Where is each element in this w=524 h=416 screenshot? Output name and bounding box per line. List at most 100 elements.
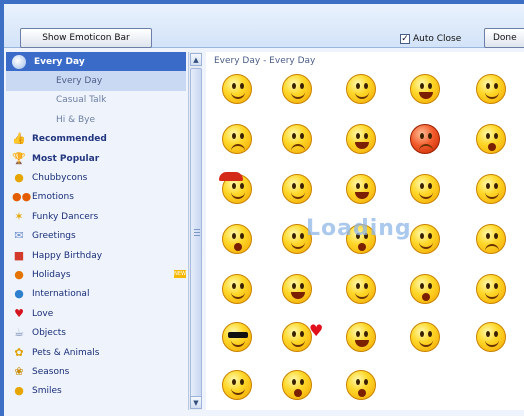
eye-shape xyxy=(232,379,236,385)
eye-shape xyxy=(486,283,490,289)
mouth-shape xyxy=(231,388,245,395)
show-emoticon-bar-button[interactable]: Show Emoticon Bar xyxy=(20,28,152,48)
sidebar-item-international[interactable]: ● International xyxy=(6,285,186,304)
eye-shape xyxy=(486,83,490,89)
laughing-face-icon[interactable] xyxy=(410,74,440,104)
eye-shape xyxy=(364,283,368,289)
bubble-face-icon[interactable] xyxy=(346,370,376,400)
sidebar-item-greetings[interactable]: ✉ Greetings xyxy=(6,227,186,246)
sidebar-item-funky-dancers[interactable]: ✶ Funky Dancers xyxy=(6,207,186,226)
sidebar-item-label: Emotions xyxy=(32,192,74,203)
mouth-shape xyxy=(291,144,305,151)
thumbs-up-face-icon[interactable] xyxy=(410,224,440,254)
sidebar-subitem-label: Every Day xyxy=(56,76,103,87)
auto-close-checkbox[interactable]: ✓ xyxy=(400,34,410,44)
globe-icon: ● xyxy=(14,287,24,301)
sidebar-subitem-hi-bye[interactable]: Hi & Bye xyxy=(6,110,186,129)
scroll-down-button[interactable]: ▼ xyxy=(190,396,202,409)
happy-face-icon[interactable] xyxy=(222,74,252,104)
mouth-shape xyxy=(294,389,302,397)
sidebar-item-happy-birthday[interactable]: ■ Happy Birthday xyxy=(6,246,186,265)
heart-shape: ♥ xyxy=(309,321,324,340)
mouth-shape xyxy=(422,293,430,301)
sidebar-item-emotions[interactable]: ●● Emotions xyxy=(6,188,186,207)
eye-shape xyxy=(428,331,432,337)
auto-close-toggle[interactable]: ✓ Auto Close xyxy=(400,32,461,46)
sidebar-item-holidays[interactable]: ● Holidays NEW xyxy=(6,265,186,284)
eye-shape xyxy=(232,83,236,89)
love-face-icon[interactable]: ♥ xyxy=(282,322,323,352)
sidebar-item-label: Pets & Animals xyxy=(32,347,100,358)
eye-shape xyxy=(420,183,424,189)
loading-text: Loading xyxy=(306,216,412,241)
mouth-shape xyxy=(291,92,305,99)
gift-face-icon[interactable] xyxy=(282,370,312,400)
cap-face-icon[interactable] xyxy=(219,172,252,204)
mouth-shape xyxy=(231,192,245,199)
paw-icon: ✿ xyxy=(14,345,24,359)
sidebar-item-most-popular[interactable]: 🏆 Most Popular xyxy=(6,149,186,168)
eye-shape xyxy=(240,183,244,189)
eyes-rolling-face-icon[interactable] xyxy=(222,224,252,254)
mouth-shape xyxy=(485,192,499,199)
eye-shape xyxy=(356,183,360,189)
bouncing-face-icon[interactable] xyxy=(282,274,312,304)
eye-shape xyxy=(420,133,424,139)
covering-eyes-face-icon[interactable] xyxy=(476,74,506,104)
mouth-shape xyxy=(488,143,496,151)
waving-face-icon[interactable] xyxy=(222,274,252,304)
pumpkin-icon: ● xyxy=(14,267,24,281)
eye-shape xyxy=(292,133,296,139)
sidebar-subitem-casual-talk[interactable]: Casual Talk xyxy=(6,91,186,110)
grinning-face-icon[interactable] xyxy=(346,174,376,204)
sidebar-item-pets-animals[interactable]: ✿ Pets & Animals xyxy=(6,343,186,362)
tongue-face-icon[interactable] xyxy=(476,174,506,204)
angry-face-icon[interactable] xyxy=(410,124,440,154)
eye-shape xyxy=(240,133,244,139)
scroll-up-button[interactable]: ▲ xyxy=(190,53,202,66)
party-face-icon[interactable] xyxy=(222,370,252,400)
angel-face-icon[interactable] xyxy=(476,322,506,352)
thinking-face-icon[interactable] xyxy=(346,274,376,304)
smirk-face-icon[interactable] xyxy=(410,174,440,204)
sidebar-header-every-day[interactable]: Every Day xyxy=(6,52,186,72)
mouth-shape xyxy=(231,292,245,299)
mouth-shape xyxy=(358,243,366,251)
sidebar-item-label: Happy Birthday xyxy=(32,250,103,261)
hand-up-face-icon[interactable] xyxy=(476,274,506,304)
crying-face-icon[interactable] xyxy=(346,124,376,154)
sidebar-item-chubbycons[interactable]: ● Chubbycons xyxy=(6,168,186,187)
eye-shape xyxy=(364,183,368,189)
praying-face-icon[interactable] xyxy=(410,274,440,304)
heart-icon: ♥ xyxy=(14,306,24,320)
scroll-thumb[interactable] xyxy=(190,68,202,398)
sunglasses-face-icon[interactable] xyxy=(222,322,252,352)
mouth-shape xyxy=(419,192,433,199)
sidebar-subitem-every-day[interactable]: Every Day xyxy=(6,71,186,91)
shocked-face-icon[interactable] xyxy=(476,124,506,154)
sidebar-item-love[interactable]: ♥ Love xyxy=(6,304,186,323)
mouth-shape xyxy=(355,340,369,347)
mouth-shape xyxy=(419,242,433,249)
sidebar-item-label: Most Popular xyxy=(32,153,100,164)
thumbs-down-face-icon[interactable] xyxy=(476,224,506,254)
sidebar-item-recommended[interactable]: 👍 Recommended xyxy=(6,130,186,149)
sidebar-item-label: Smiles xyxy=(32,386,62,397)
worried-face-icon[interactable] xyxy=(222,124,252,154)
blushing-face-icon[interactable] xyxy=(282,174,312,204)
smiling-face-icon[interactable] xyxy=(346,74,376,104)
done-button[interactable]: Done xyxy=(484,28,524,48)
sidebar-item-seasons[interactable]: ❀ Seasons xyxy=(6,362,186,381)
cheering-face-icon[interactable] xyxy=(346,322,376,352)
mouth-shape xyxy=(291,192,305,199)
category-sidebar: Every Day Every Day Casual Talk Hi & Bye… xyxy=(6,52,186,410)
sad-face-icon[interactable] xyxy=(282,124,312,154)
sidebar-scrollbar[interactable]: ▲ ▼ xyxy=(188,52,202,410)
winking-face-icon[interactable] xyxy=(282,74,312,104)
eye-shape xyxy=(486,183,490,189)
eye-shape xyxy=(292,233,296,239)
sidebar-item-smiles[interactable]: ● Smiles xyxy=(6,382,186,401)
nervous-face-icon[interactable] xyxy=(410,322,440,352)
sidebar-item-objects[interactable]: ☕ Objects xyxy=(6,323,186,342)
mouth-shape xyxy=(231,144,245,151)
